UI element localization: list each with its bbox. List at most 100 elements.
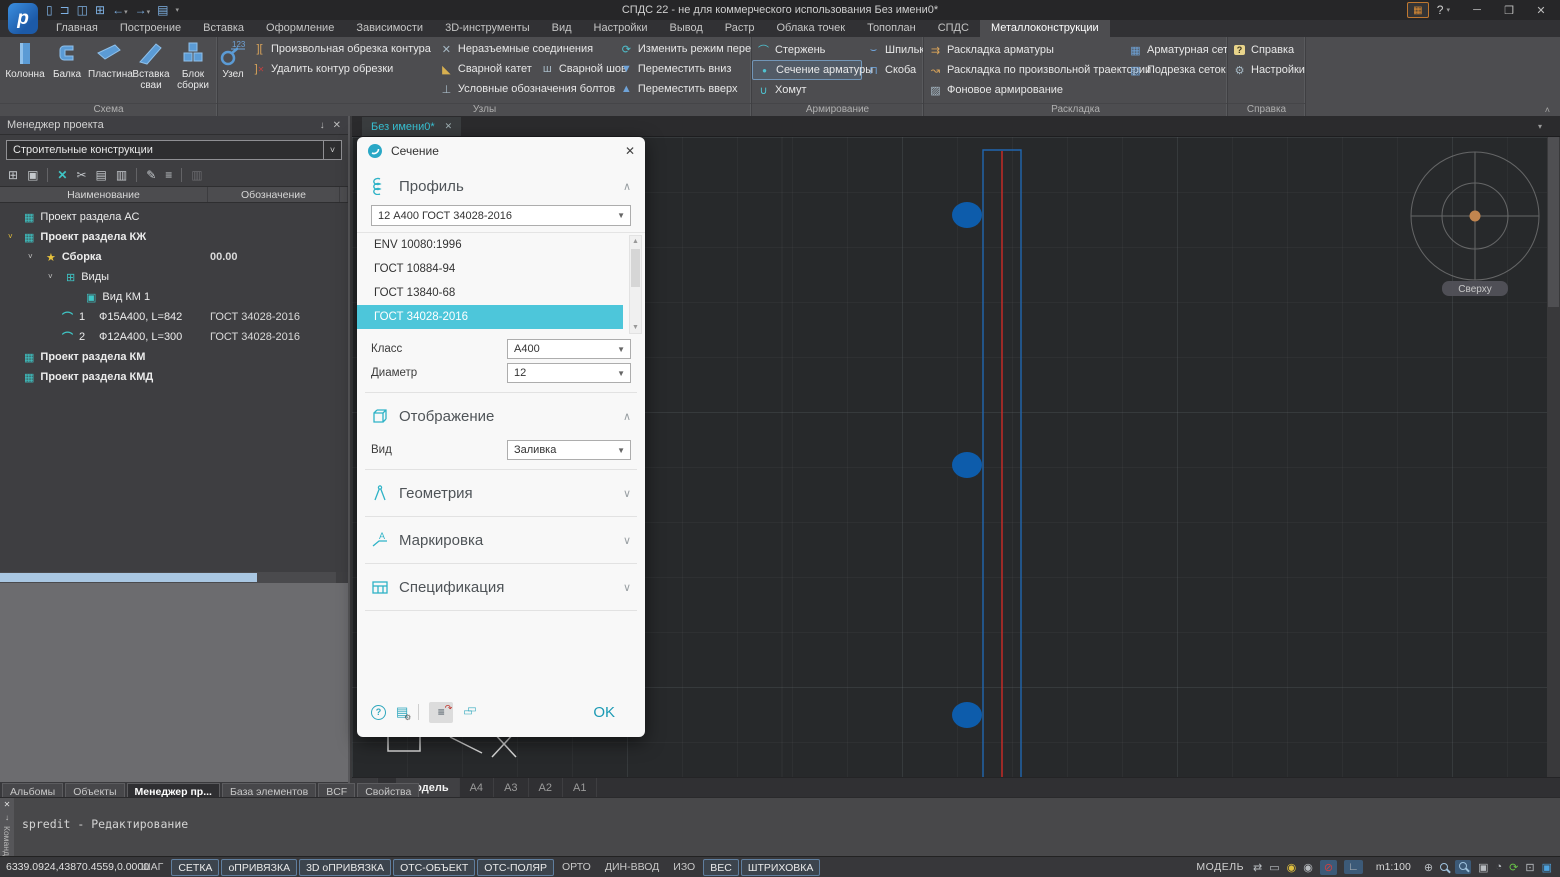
redo-icon[interactable]: →▾ <box>135 3 151 17</box>
ribbon-tab-postroenie[interactable]: Построение <box>109 20 192 37</box>
section-header-marking[interactable]: A Маркировка ∨ <box>357 523 645 557</box>
zoom-object-icon[interactable]: ▣ <box>1478 861 1488 874</box>
orbit-icon[interactable]: ◔ <box>1496 861 1503 873</box>
ribbon-tab-oblaka[interactable]: Облака точек <box>766 20 857 37</box>
plate-button[interactable]: Пластина <box>88 39 130 91</box>
zoom-icon[interactable] <box>1440 863 1448 871</box>
save-all-icon[interactable]: ⊞ <box>95 3 105 17</box>
chevron-expanded-icon[interactable]: ˅ <box>8 232 13 241</box>
selection-cursor-icon[interactable]: ⊘ <box>1320 860 1337 875</box>
rod-button[interactable]: ⌒Стержень <box>752 40 862 60</box>
sheet-tab-a2[interactable]: А2 <box>529 778 563 797</box>
copy-pages-icon[interactable]: ▭▭ <box>463 704 479 720</box>
monitor-icon[interactable]: ▭ <box>1269 861 1279 874</box>
open-file-icon[interactable]: ⊐ <box>60 3 70 17</box>
column-name[interactable]: Наименование <box>0 187 208 202</box>
sheet-settings-icon[interactable]: ▤⚙ <box>396 704 408 720</box>
toggle-izo[interactable]: ИЗО <box>667 859 701 876</box>
fullscreen-icon[interactable]: ▣ <box>1542 861 1552 874</box>
ribbon-collapse-icon[interactable]: ˄ <box>1545 105 1550 115</box>
toggle-setka[interactable]: СЕТКА <box>171 859 219 876</box>
scroll-up-icon[interactable]: ▲ <box>632 238 639 245</box>
chevron-down-icon[interactable]: ∨ <box>623 487 631 500</box>
toggle-shtrihovka[interactable]: ШТРИХОВКА <box>741 859 821 876</box>
tree-row-km[interactable]: ▦ Проект раздела КМ <box>0 347 348 367</box>
undo-icon[interactable]: ←▾ <box>112 3 128 17</box>
panel-close-icon[interactable]: ✕ <box>333 120 341 131</box>
toggle-din-vvod[interactable]: ДИН-ВВОД <box>599 859 665 876</box>
pin-icon[interactable]: ↓ <box>5 813 9 822</box>
chevron-expanded-icon[interactable]: ˅ <box>28 252 33 261</box>
chevron-down-icon[interactable]: ∨ <box>623 534 631 547</box>
ribbon-tab-zavisimosti[interactable]: Зависимости <box>345 20 434 37</box>
paste-icon[interactable]: ▥ <box>116 168 127 182</box>
tree-row-rebar-2[interactable]: ⌒ 2 Ф12А400, L=300 ГОСТ 34028-2016 <box>0 327 348 347</box>
workspace-icon[interactable]: ▦ <box>1407 2 1429 18</box>
delete-icon[interactable]: ✕ <box>57 168 67 182</box>
chevron-down-icon[interactable]: ∨ <box>623 581 631 594</box>
cascade-icon[interactable]: ▣ <box>27 168 38 182</box>
bolt-symbols-button[interactable]: ⊥Условные обозначения болтов <box>435 79 615 99</box>
node-button[interactable]: 123 Узел <box>218 39 248 99</box>
document-tab[interactable]: Без имени0* ✕ <box>362 117 461 136</box>
chevron-down-icon[interactable]: ˅ <box>323 141 341 159</box>
assembly-block-button[interactable]: Блок сборки <box>172 39 214 91</box>
section-header-display[interactable]: Отображение ∧ <box>357 399 645 433</box>
change-overlap-mode-button[interactable]: ⟳Изменить режим перекрытия <box>615 39 752 59</box>
new-file-icon[interactable]: ▯ <box>46 3 53 17</box>
restore-button[interactable]: ❒ <box>1494 1 1524 19</box>
column-designation[interactable]: Обозначение <box>208 187 340 202</box>
tree-row-as[interactable]: ▦ Проект раздела АС <box>0 207 348 227</box>
section-header-profile[interactable]: Профиль ∧ <box>357 169 645 203</box>
new-item-icon[interactable]: ⊞ <box>8 168 18 182</box>
ribbon-tab-metallokonstruktsii[interactable]: Металлоконструкции <box>980 20 1110 37</box>
ribbon-tab-oformlenie[interactable]: Оформление <box>255 20 345 37</box>
tree-row-kmd[interactable]: ▦ Проект раздела КМД <box>0 367 348 387</box>
command-line-panel[interactable]: ✕ ↓ Команд spredit - Редактирование *Отм… <box>0 797 1560 856</box>
cut-icon[interactable]: ✂ <box>76 168 86 182</box>
list-scrollbar[interactable]: ▲ ▼ <box>629 235 642 334</box>
section-header-specification[interactable]: Спецификация ∨ <box>357 570 645 604</box>
move-up-button[interactable]: ▲Переместить вверх <box>615 79 752 99</box>
help-menu[interactable]: ?▾ <box>1437 3 1450 17</box>
ok-button[interactable]: OK <box>593 704 615 721</box>
list-item[interactable]: ГОСТ 13840-68 <box>357 281 645 305</box>
close-icon[interactable]: ✕ <box>445 121 453 132</box>
minimize-button[interactable]: ─ <box>1462 1 1492 19</box>
project-filter-combo[interactable]: Строительные конструкции ˅ <box>6 140 342 160</box>
view-combo[interactable]: Заливка ▼ <box>507 440 631 460</box>
chevron-expanded-icon[interactable]: ˅ <box>48 272 53 281</box>
sheet-tab-a4[interactable]: А4 <box>460 778 494 797</box>
bracket-button[interactable]: ⊓Скоба <box>862 60 922 80</box>
pin-icon[interactable]: ↓ <box>320 120 325 131</box>
ribbon-tab-glavnaya[interactable]: Главная <box>45 20 109 37</box>
chevron-up-icon[interactable]: ∧ <box>623 410 631 423</box>
zoom-window-icon[interactable] <box>1455 860 1471 874</box>
layout-cycle-icon[interactable]: ⇄ <box>1253 861 1262 874</box>
close-icon[interactable]: ✕ <box>4 800 11 809</box>
light-icon[interactable]: ◉ <box>1303 861 1313 874</box>
ui-lock-icon[interactable]: ⊡ <box>1525 861 1534 874</box>
regen-icon[interactable]: ⟳ <box>1509 861 1518 874</box>
chevron-up-icon[interactable]: ∧ <box>623 180 631 193</box>
command-history[interactable]: spredit - Редактирование *Отмена* rfdot … <box>22 797 188 856</box>
ribbon-tab-rastr[interactable]: Растр <box>714 20 766 37</box>
pile-insert-button[interactable]: Вставка сваи <box>130 39 172 91</box>
sheet-tab-a3[interactable]: А3 <box>494 778 528 797</box>
beam-button[interactable]: Балка <box>46 39 88 91</box>
toggle-shag[interactable]: ШАГ <box>135 859 169 876</box>
toggle-orto[interactable]: ОРТО <box>556 859 597 876</box>
report-mode-icon[interactable]: ≡↷ <box>429 702 453 723</box>
close-icon[interactable]: ✕ <box>625 144 635 158</box>
delete-trim-contour-button[interactable]: ]✕Удалить контур обрезки <box>248 59 435 79</box>
scrollbar-thumb[interactable] <box>1548 137 1559 307</box>
ucs-axes-icon[interactable]: ∟ <box>1344 860 1363 874</box>
column-button[interactable]: Колонна <box>4 39 46 91</box>
arbitrary-contour-trim-button[interactable]: ][Произвольная обрезка контура <box>248 39 435 59</box>
dialog-help-icon[interactable]: ? <box>371 705 386 720</box>
profile-combo[interactable]: 12 А400 ГОСТ 34028-2016 ▼ <box>371 205 631 226</box>
edit-icon[interactable]: ✎ <box>146 168 156 182</box>
rebar-section-button[interactable]: ●Сечение арматуры <box>752 60 862 80</box>
tab-overflow-icon[interactable]: ▾ <box>1538 122 1542 131</box>
scrollbar-thumb[interactable] <box>0 573 257 582</box>
